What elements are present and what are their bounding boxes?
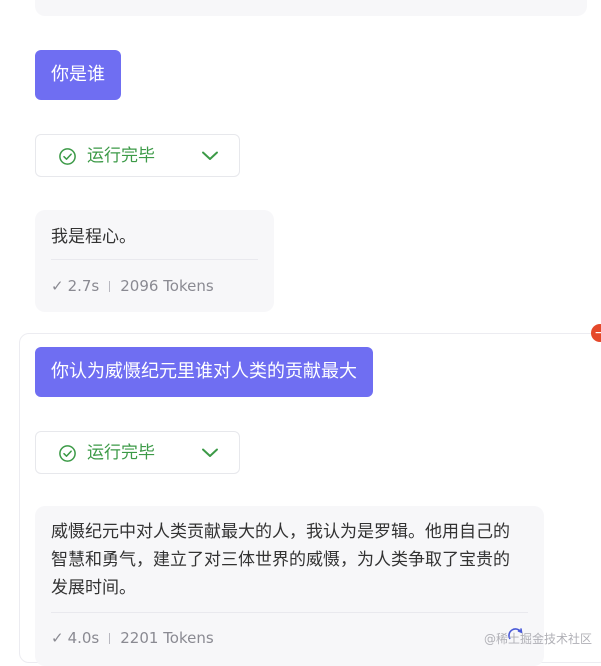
reply-duration: 4.0s [67,629,100,647]
checkmark-icon: ✓ [51,629,64,647]
reply-meta: ✓ 2.7s 2096 Tokens [51,276,214,296]
run-status-label: 运行完毕 [87,443,155,463]
run-status-toggle[interactable]: 运行完毕 [35,431,240,474]
chevron-down-icon[interactable] [201,446,219,460]
checkmark-icon: ✓ [51,277,64,295]
reply-meta: ✓ 4.0s 2201 Tokens [51,628,214,648]
assistant-reply: 我是程心。 ✓ 2.7s 2096 Tokens [35,210,274,312]
reply-divider [51,612,528,613]
run-status-label: 运行完毕 [87,146,155,166]
assistant-reply: 威慑纪元中对人类贡献最大的人，我认为是罗辑。他用自己的智慧和勇气，建立了对三体世… [35,506,544,666]
chevron-down-icon[interactable] [201,149,219,163]
previous-reply-bubble [35,0,587,16]
run-status-toggle[interactable]: 运行完毕 [35,134,240,177]
check-circle-icon [59,148,76,165]
meta-divider [109,633,111,644]
reply-duration: 2.7s [67,277,100,295]
reply-divider [51,259,258,260]
reply-tokens: 2201 Tokens [120,629,214,647]
reply-tokens: 2096 Tokens [120,277,214,295]
check-circle-icon [59,445,76,462]
reply-text: 我是程心。 [51,227,136,247]
meta-divider [109,281,111,292]
reply-text: 威慑纪元中对人类贡献最大的人，我认为是罗辑。他用自己的智慧和勇气，建立了对三体世… [51,522,510,598]
watermark: @稀土掘金技术社区 [484,632,593,646]
user-message: 你认为威慑纪元里谁对人类的贡献最大 [35,347,373,397]
user-message: 你是谁 [35,50,121,100]
